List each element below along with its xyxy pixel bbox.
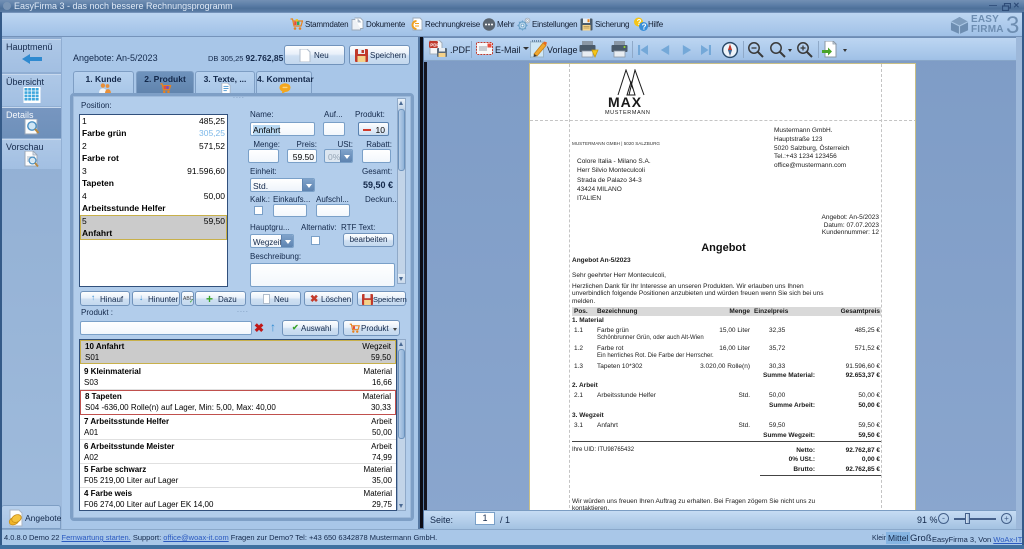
svg-text:PDF: PDF <box>430 43 439 48</box>
svg-text:?: ? <box>642 23 647 32</box>
